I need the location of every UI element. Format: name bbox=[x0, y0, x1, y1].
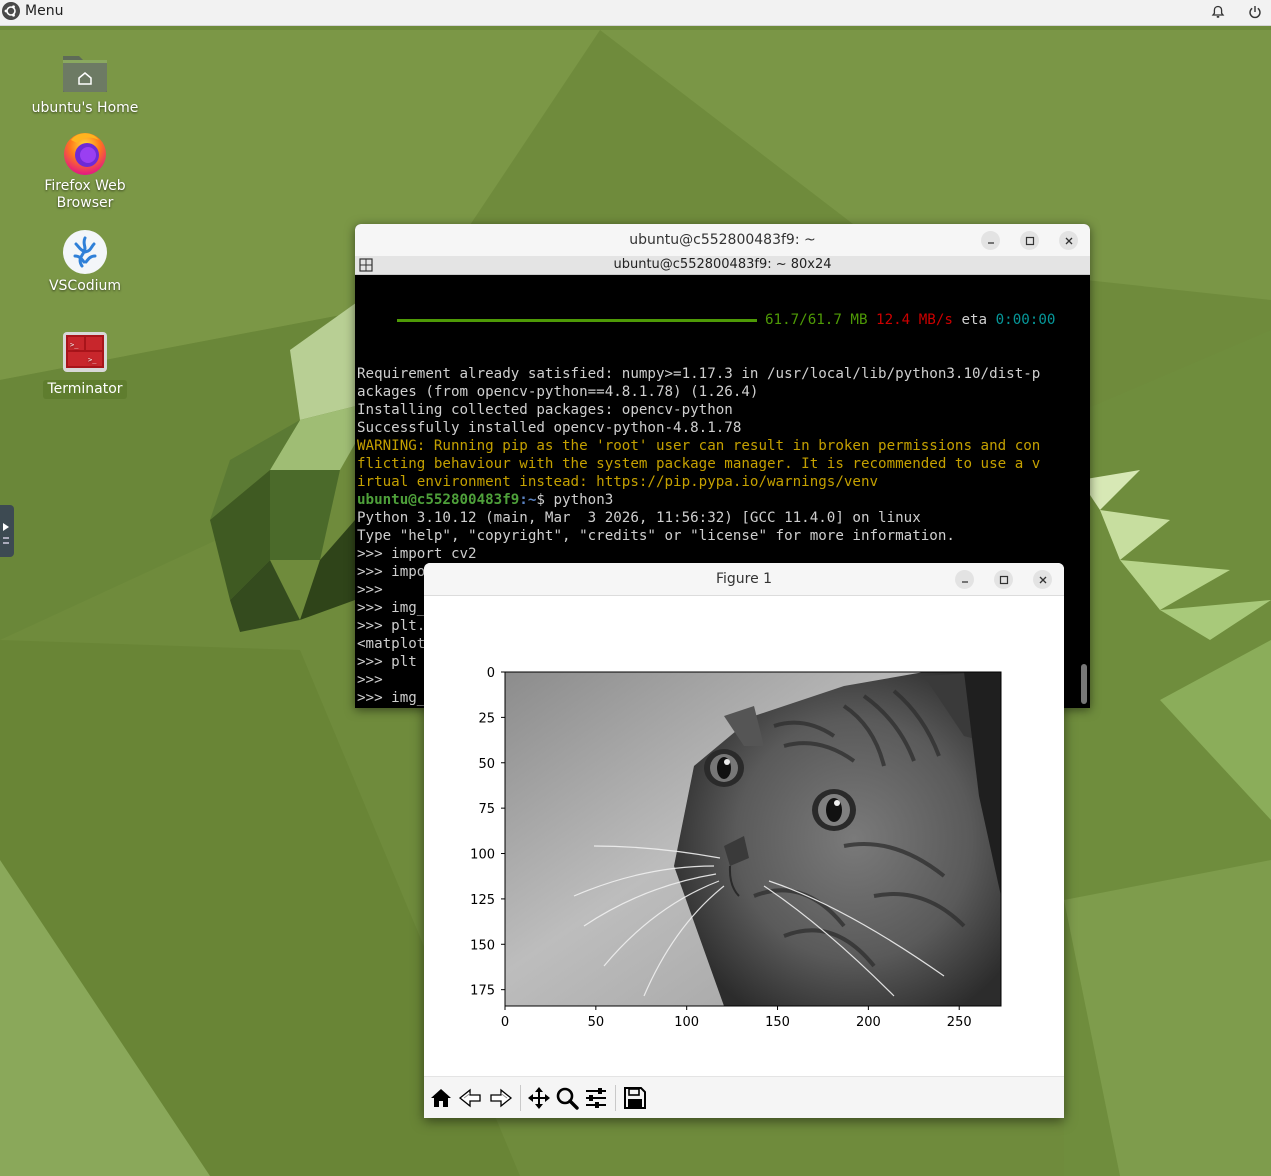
x-tick-label: 150 bbox=[765, 1015, 790, 1030]
desktop-icon-label: ubuntu's Home bbox=[31, 100, 139, 116]
minimize-button[interactable] bbox=[955, 570, 974, 589]
y-tick-label: 125 bbox=[470, 893, 495, 908]
prompt-path: :~ bbox=[519, 492, 537, 508]
dock-handle[interactable] bbox=[0, 505, 14, 557]
home-button[interactable] bbox=[427, 1084, 455, 1112]
prompt-command: python3 bbox=[553, 492, 614, 508]
svg-text:>_: >_ bbox=[88, 356, 97, 364]
terminal-line: irtual environment instead: https://pip.… bbox=[357, 474, 879, 490]
x-tick-label: 250 bbox=[947, 1015, 972, 1030]
figure-canvas[interactable]: 0 50 100 150 200 250 0 25 50 75 100 125 150 175 bbox=[424, 596, 1064, 1076]
back-arrow-icon bbox=[458, 1088, 481, 1108]
y-tick-label: 50 bbox=[478, 757, 495, 772]
x-tick-label: 100 bbox=[674, 1015, 699, 1030]
terminator-icon: >_ >_ bbox=[61, 330, 109, 378]
power-icon[interactable] bbox=[1246, 3, 1264, 21]
progress-speed-text: 12.4 MB/s bbox=[876, 312, 953, 328]
menu-label: Menu bbox=[25, 3, 64, 19]
prompt-symbol: $ bbox=[536, 492, 554, 508]
desktop-icon-home[interactable]: ubuntu's Home bbox=[30, 50, 140, 117]
ubuntu-logo-icon bbox=[2, 2, 20, 20]
terminal-line: Successfully installed opencv-python-4.8… bbox=[357, 420, 742, 436]
forward-button[interactable] bbox=[486, 1084, 514, 1112]
top-panel: Menu bbox=[0, 0, 1271, 26]
configure-subplots-button[interactable] bbox=[582, 1084, 610, 1112]
terminal-line: ubuntu@c552800483f9:~$ python3 bbox=[357, 491, 1077, 509]
back-button[interactable] bbox=[457, 1084, 485, 1112]
desktop-icon-vscodium[interactable]: VSCodium bbox=[30, 228, 140, 295]
menu-button[interactable]: Menu bbox=[2, 2, 63, 20]
terminal-line: Installing collected packages: opencv-py… bbox=[357, 402, 733, 418]
terminal-titlebar[interactable]: ubuntu@c552800483f9: ~ bbox=[355, 224, 1090, 257]
maximize-button[interactable] bbox=[1020, 231, 1039, 250]
prompt-user: ubuntu@c552800483f9 bbox=[357, 492, 520, 508]
minimize-button[interactable] bbox=[981, 231, 1000, 250]
configure-subplots-icon bbox=[586, 1088, 606, 1108]
progress-eta-text: 0:00:00 bbox=[995, 312, 1056, 328]
maximize-icon bbox=[999, 575, 1008, 584]
pan-move-icon bbox=[528, 1087, 550, 1109]
y-tick-label: 25 bbox=[478, 711, 495, 726]
bell-icon[interactable] bbox=[1209, 3, 1227, 21]
progress-done-text: 61.7/61.7 MB bbox=[765, 312, 868, 328]
desktop-icon-label: VSCodium bbox=[48, 278, 122, 294]
close-icon bbox=[1065, 237, 1072, 244]
home-icon bbox=[431, 1089, 451, 1107]
terminal-scrollbar[interactable] bbox=[1081, 664, 1087, 704]
desktop-icon-firefox[interactable]: Firefox Web Browser bbox=[30, 128, 140, 212]
minimize-icon bbox=[961, 580, 968, 583]
figure-toolbar bbox=[424, 1076, 1064, 1118]
desktop-icon-terminator[interactable]: >_ >_ Terminator bbox=[30, 330, 140, 399]
pip-progress-bar bbox=[397, 318, 757, 322]
x-axis: 0 50 100 150 200 250 bbox=[501, 1006, 972, 1030]
toolbar-separator bbox=[615, 1085, 616, 1111]
terminal-line: Type "help", "copyright", "credits" or "… bbox=[357, 528, 955, 544]
terminal-line: Requirement already satisfied: numpy>=1.… bbox=[357, 366, 1041, 382]
forward-arrow-icon bbox=[490, 1088, 513, 1108]
save-floppy-icon bbox=[624, 1087, 646, 1109]
x-tick-label: 200 bbox=[856, 1015, 881, 1030]
cat-image bbox=[505, 672, 1001, 1006]
vscodium-icon bbox=[61, 228, 109, 276]
y-axis: 0 25 50 75 100 125 150 175 bbox=[470, 666, 505, 999]
pan-button[interactable] bbox=[525, 1084, 553, 1112]
terminal-tab-title: ubuntu@c552800483f9: ~ 80x24 bbox=[613, 257, 832, 272]
desktop-icon-label: Firefox Web Browser bbox=[44, 178, 126, 211]
y-tick-label: 150 bbox=[470, 938, 495, 953]
zoom-magnifier-icon bbox=[556, 1087, 579, 1110]
desktop-icon-label: Terminator bbox=[43, 380, 127, 399]
firefox-icon bbox=[61, 128, 109, 176]
close-button[interactable] bbox=[1033, 570, 1052, 589]
toolbar-separator bbox=[520, 1085, 521, 1111]
x-tick-label: 50 bbox=[588, 1015, 605, 1030]
progress-eta-label: eta bbox=[961, 312, 988, 328]
svg-text:>_: >_ bbox=[70, 341, 79, 349]
terminal-tab-bar: ubuntu@c552800483f9: ~ 80x24 bbox=[355, 256, 1090, 275]
matplotlib-figure-window[interactable]: Figure 1 0 50 100 150 200 250 0 25 50 75… bbox=[424, 563, 1064, 1118]
y-tick-label: 0 bbox=[487, 666, 495, 681]
maximize-icon bbox=[1025, 236, 1034, 245]
save-button[interactable] bbox=[621, 1084, 649, 1112]
maximize-button[interactable] bbox=[994, 570, 1013, 589]
x-tick-label: 0 bbox=[501, 1015, 509, 1030]
pip-progress-line: 61.7/61.7 MB 12.4 MB/s eta 0:00:00 bbox=[357, 311, 1077, 329]
terminal-window-title: ubuntu@c552800483f9: ~ bbox=[629, 232, 816, 248]
y-tick-label: 175 bbox=[470, 984, 495, 999]
terminal-line: flicting behaviour with the system packa… bbox=[357, 456, 1041, 472]
y-tick-label: 100 bbox=[470, 848, 495, 863]
terminal-line: WARNING: Running pip as the 'root' user … bbox=[357, 438, 1041, 454]
close-button[interactable] bbox=[1059, 231, 1078, 250]
minimize-icon bbox=[987, 241, 994, 244]
y-tick-label: 75 bbox=[478, 802, 495, 817]
zoom-button[interactable] bbox=[553, 1084, 581, 1112]
close-icon bbox=[1039, 576, 1046, 583]
terminal-line: >>> import cv2 bbox=[357, 546, 477, 562]
terminal-line: ackages (from opencv-python==4.8.1.78) (… bbox=[357, 384, 759, 400]
terminal-line: Python 3.10.12 (main, Mar 3 2026, 11:56:… bbox=[357, 510, 921, 526]
figure-titlebar[interactable]: Figure 1 bbox=[424, 563, 1064, 596]
home-folder-icon bbox=[61, 50, 109, 98]
